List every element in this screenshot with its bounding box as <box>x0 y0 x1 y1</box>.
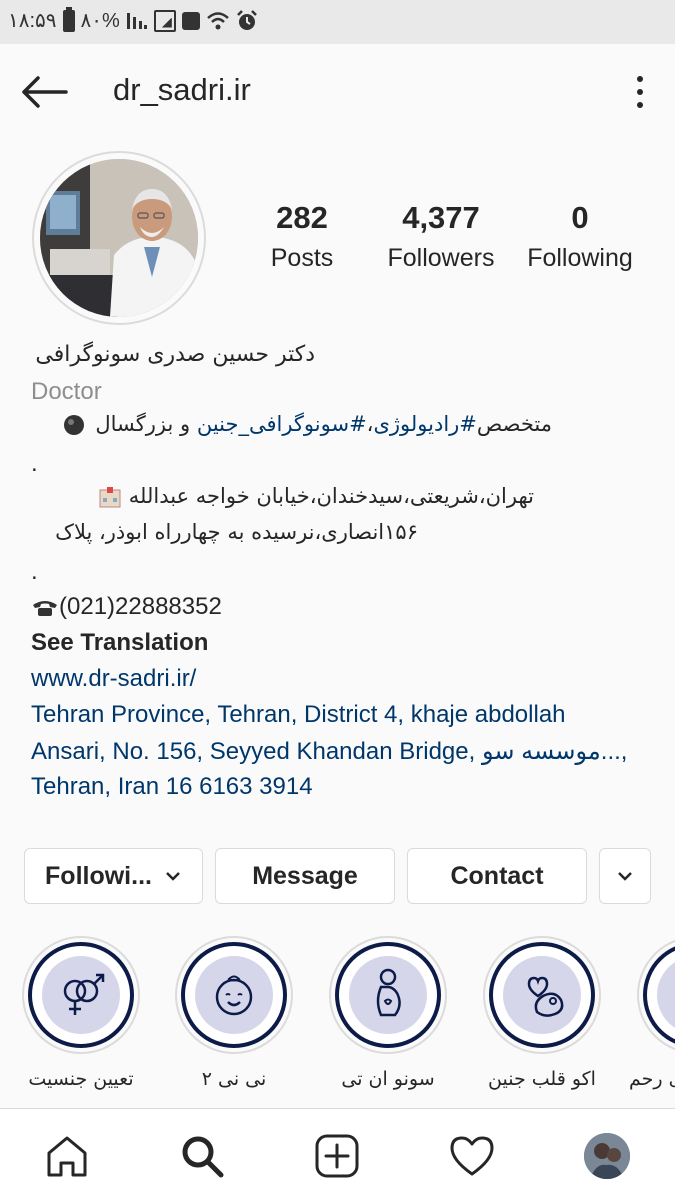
chevron-down-icon <box>166 872 180 881</box>
baby-face-icon <box>215 975 253 1016</box>
highlight-label: تعیین جنسیت <box>28 1068 134 1090</box>
following-button[interactable]: Followi... <box>24 848 203 904</box>
profile-avatar-icon <box>584 1133 630 1179</box>
more-dot-icon <box>637 89 643 95</box>
bio-address-line1: تهران،شریعتی،سیدخندان،خیابان خواجه عبدال… <box>98 484 534 508</box>
highlight-nt-scan[interactable]: سونو ان تی <box>329 936 447 1090</box>
user-photo-icon <box>584 1133 630 1179</box>
website-link[interactable]: www.dr-sadri.ir/ <box>31 665 196 693</box>
highlight-baby[interactable]: نی نی ۲ <box>175 936 293 1090</box>
sim-icon <box>153 9 176 32</box>
telephone-icon <box>33 600 57 616</box>
status-indicators: ۱۸:۵۹ ۸۰% <box>8 6 258 33</box>
stat-posts-label: Posts <box>270 244 334 272</box>
bio-phone[interactable]: (021)22888352 <box>31 593 222 621</box>
highlight-uterus[interactable]: ی رحم <box>629 936 675 1090</box>
more-options-button[interactable] <box>626 72 654 112</box>
nav-activity[interactable] <box>447 1131 497 1181</box>
stat-posts-value: 282 <box>276 200 328 235</box>
avatar-photo <box>40 159 198 317</box>
stat-followers[interactable]: 4,377 Followers <box>381 200 501 273</box>
location-line1[interactable]: Tehran Province, Tehran, District 4, kha… <box>31 701 566 729</box>
back-button[interactable] <box>20 74 68 110</box>
see-translation-link[interactable]: See Translation <box>31 629 208 657</box>
nav-profile[interactable] <box>582 1131 632 1181</box>
uterus-icon <box>671 970 675 1020</box>
fetus-heart-icon <box>527 976 564 1017</box>
stat-following[interactable]: 0 Following <box>520 200 640 273</box>
battery-percent: ۸۰% <box>80 10 120 32</box>
bio-address-line2: ۱۵۶انصاری،نرسیده به چهارراه ابوذر، پلاک <box>55 520 418 544</box>
add-post-icon <box>315 1134 359 1178</box>
stat-followers-label: Followers <box>387 244 495 272</box>
hashtag-fetal-sonography[interactable]: #سونوگرافی_جنین <box>197 412 367 436</box>
highlight-label: سونو ان تی <box>341 1068 435 1090</box>
heart-icon <box>450 1136 494 1176</box>
profile-action-buttons: Followi... Message Contact <box>0 848 675 904</box>
highlight-label: ی رحم <box>629 1068 675 1090</box>
bottom-navigation <box>0 1108 675 1200</box>
stat-following-label: Following <box>527 244 633 272</box>
gender-symbols-icon <box>63 973 105 1015</box>
hospital-icon <box>99 487 121 508</box>
chevron-down-icon <box>618 872 632 881</box>
phone-number: (021)22888352 <box>59 593 222 620</box>
nav-new-post[interactable] <box>312 1131 362 1181</box>
contact-button[interactable]: Contact <box>407 848 587 904</box>
battery-icon <box>62 6 75 32</box>
nav-home[interactable] <box>42 1131 92 1181</box>
profile-avatar[interactable] <box>32 151 206 325</box>
following-button-label: Followi... <box>45 861 152 890</box>
status-time: ۱۸:۵۹ <box>8 10 57 32</box>
bio-dot: . <box>31 558 38 585</box>
bio-full-name: دکتر حسین صدری سونوگرافی <box>35 342 315 367</box>
bio-specialty: متخصص#رادیولوژی،#سونوگرافی_جنین و بزرگسا… <box>63 412 552 436</box>
stat-followers-value: 4,377 <box>402 200 480 235</box>
location-line2[interactable]: Ansari, No. 156, Seyyed Khandan Bridge, … <box>31 737 627 766</box>
back-arrow-icon <box>22 76 68 108</box>
bio-dot: . <box>31 450 38 477</box>
message-button[interactable]: Message <box>215 848 395 904</box>
highlight-label: نی نی ۲ <box>201 1068 267 1090</box>
wifi-icon <box>206 11 229 29</box>
bio-specialty-suffix: و بزرگسال <box>95 412 197 436</box>
suggested-accounts-button[interactable] <box>599 848 651 904</box>
stat-posts[interactable]: 282 Posts <box>262 200 342 273</box>
doctor-photo-icon <box>40 159 198 317</box>
search-icon <box>182 1136 224 1178</box>
notification-icon <box>181 11 200 30</box>
alarm-icon <box>236 9 257 30</box>
profile-header: dr_sadri.ir <box>0 44 675 140</box>
bio-category: Doctor <box>31 378 102 405</box>
status-bar: ۱۸:۵۹ ۸۰% <box>0 0 675 44</box>
highlight-fetal-echo[interactable]: اکو قلب جنین <box>483 936 601 1090</box>
story-highlights: تعیین جنسیت نی نی ۲ سونو ان تی اکو قلب ج… <box>0 936 675 1096</box>
profile-username: dr_sadri.ir <box>113 72 251 107</box>
stat-following-value: 0 <box>571 200 589 235</box>
bio-specialty-text: متخصص <box>476 412 552 436</box>
address-text: تهران،شریعتی،سیدخندان،خیابان خواجه عبدال… <box>128 484 534 508</box>
signal-icon <box>126 12 147 29</box>
highlight-gender[interactable]: تعیین جنسیت <box>22 936 140 1090</box>
nav-search[interactable] <box>177 1131 227 1181</box>
highlight-label: اکو قلب جنین <box>488 1068 596 1090</box>
hashtag-radiology[interactable]: #رادیولوژی <box>373 412 476 436</box>
more-dot-icon <box>637 102 643 108</box>
location-line3[interactable]: Tehran, Iran 16 6163 3914 <box>31 773 313 801</box>
pregnant-woman-icon <box>376 968 401 1017</box>
more-dot-icon <box>637 76 643 82</box>
black-circle-icon <box>63 415 84 435</box>
home-icon <box>47 1136 87 1177</box>
